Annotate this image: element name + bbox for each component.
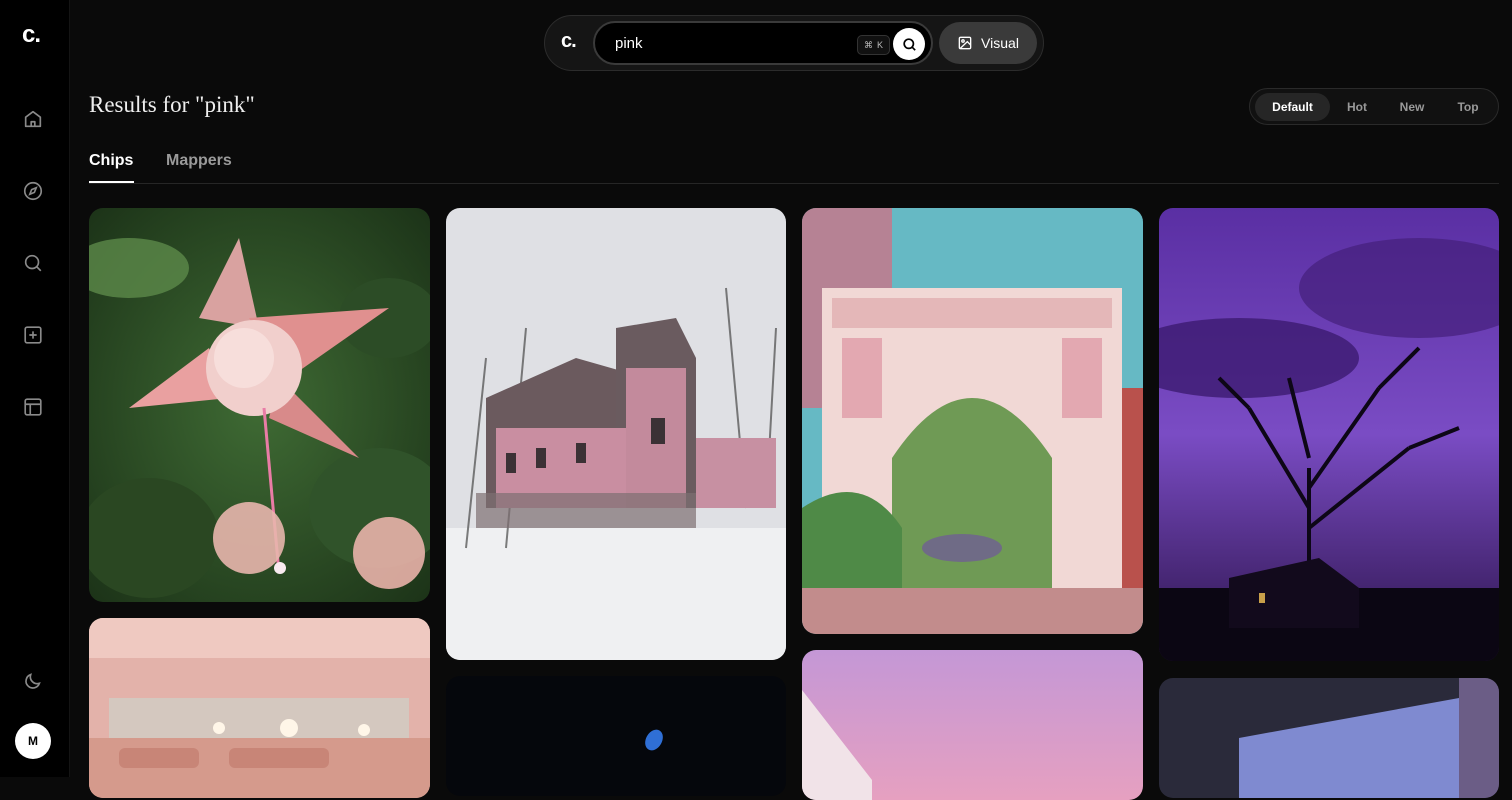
chip-image (446, 208, 786, 660)
layout-icon[interactable] (21, 395, 45, 419)
visual-search-button[interactable]: Visual (939, 22, 1037, 64)
chip-image (1159, 678, 1499, 798)
chip-image (89, 618, 430, 798)
k-key: K (877, 40, 884, 50)
chip-card[interactable] (1159, 678, 1499, 798)
moon-icon[interactable] (21, 669, 45, 693)
chip-image (446, 676, 786, 796)
command-key: ⌘ (864, 39, 873, 50)
sort-selector: Default Hot New Top (1249, 88, 1499, 125)
active-tab-indicator (89, 181, 134, 183)
chip-card[interactable] (446, 208, 786, 660)
avatar[interactable]: M (15, 723, 51, 759)
shortcut-hint: ⌘ K (857, 35, 891, 55)
search-bar: c. ⌘ K Visual (544, 15, 1044, 71)
tab-mappers[interactable]: Mappers (166, 152, 232, 170)
chip-image (1159, 208, 1499, 661)
tab-chips[interactable]: Chips (89, 152, 133, 170)
chip-card[interactable] (89, 618, 430, 798)
search-box[interactable]: ⌘ K (593, 21, 933, 65)
visual-label: Visual (981, 35, 1019, 51)
sort-default[interactable]: Default (1255, 93, 1330, 121)
search-input[interactable] (615, 23, 845, 63)
sort-top[interactable]: Top (1443, 93, 1493, 121)
home-icon[interactable] (21, 107, 45, 131)
search-button[interactable] (893, 28, 925, 60)
chip-card[interactable] (802, 208, 1143, 634)
sort-new[interactable]: New (1386, 93, 1438, 121)
topbar-logo[interactable]: c. (561, 30, 577, 53)
chip-card[interactable] (89, 208, 430, 602)
sidebar: c. M (0, 0, 70, 777)
sort-hot[interactable]: Hot (1334, 93, 1380, 121)
compass-icon[interactable] (21, 179, 45, 203)
search-icon[interactable] (21, 251, 45, 275)
chip-image (802, 208, 1143, 634)
chip-image (89, 208, 430, 602)
image-icon (958, 36, 972, 50)
chip-card[interactable] (802, 650, 1143, 800)
chip-card[interactable] (446, 676, 786, 796)
logo[interactable]: c. (22, 21, 41, 49)
chip-image (802, 650, 1143, 800)
page-title: Results for "pink" (89, 92, 255, 117)
results-tabs: Chips Mappers (89, 150, 1499, 184)
search-icon (902, 37, 916, 51)
plus-square-icon[interactable] (21, 323, 45, 347)
chip-card[interactable] (1159, 208, 1499, 661)
